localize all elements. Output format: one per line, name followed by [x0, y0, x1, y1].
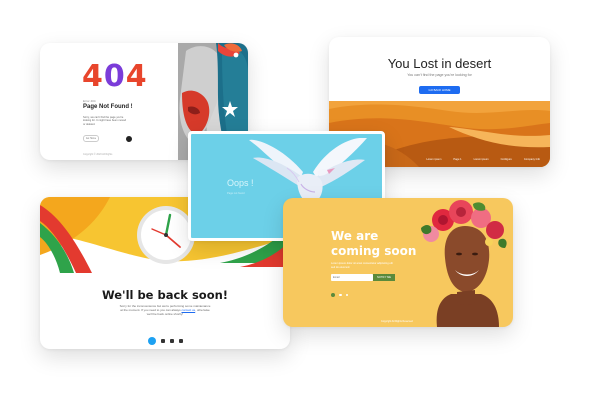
slider-dot[interactable]	[331, 293, 335, 297]
email-field[interactable]	[331, 274, 373, 281]
coming-soon-card: We are coming soon Lorem ipsum dolor sit …	[283, 198, 513, 327]
title-line: coming soon	[331, 244, 417, 258]
social-icon[interactable]	[170, 339, 174, 343]
page-title: We are coming soon	[331, 229, 416, 259]
notify-me-button[interactable]: NOTIFY ME	[373, 274, 395, 281]
error-digit: 4	[125, 59, 148, 94]
footer-link[interactable]: Configure	[501, 158, 512, 161]
arrow-right-icon[interactable]	[126, 136, 132, 142]
copyright-text: Copyright All Rights Reserved	[381, 320, 413, 323]
social-icon[interactable]	[161, 339, 165, 343]
error-overline: Error 404	[83, 99, 96, 103]
contact-us-link[interactable]: contact us	[182, 308, 196, 312]
copyright-text: Copyright © 2023 All Rights	[83, 153, 113, 156]
page-title: We'll be back soon!	[101, 288, 229, 302]
woman-flower-crown-image	[421, 200, 507, 327]
slider-dot[interactable]	[339, 293, 342, 297]
page-subtitle: Page not found	[227, 192, 245, 195]
social-icon[interactable]	[179, 339, 183, 343]
footer-link[interactable]: Lorem ipsum	[426, 158, 441, 161]
footer-link[interactable]: Lorem ipsum	[474, 158, 489, 161]
social-links	[148, 337, 183, 345]
error-digit: 4	[82, 59, 104, 94]
page-title: Page Not Found !	[83, 104, 133, 110]
go-home-button[interactable]: Go Home	[83, 135, 99, 142]
error-digit: 0	[103, 59, 126, 94]
error-code: 404	[82, 59, 148, 94]
footer-link[interactable]: Company Info	[524, 158, 540, 161]
page-subtitle: Lorem ipsum dolor sit amet consectetur a…	[331, 262, 393, 269]
footer-link[interactable]: Page 1	[453, 158, 461, 161]
maintenance-description: Sorry for the inconvenience but we're pe…	[118, 304, 212, 317]
page-title: Oops !	[227, 178, 254, 188]
go-back-home-button[interactable]: GO BACK HOME	[419, 86, 460, 94]
slider-dots	[331, 293, 349, 297]
title-line: We are	[331, 229, 379, 243]
error-description: Sorry, we can't find the page you're loo…	[83, 116, 127, 126]
page-subtitle: You can't find the page you're looking f…	[407, 73, 472, 77]
page-title: You Lost in desert	[387, 56, 492, 71]
slider-dot[interactable]	[345, 293, 349, 297]
twitter-icon[interactable]	[148, 337, 156, 345]
